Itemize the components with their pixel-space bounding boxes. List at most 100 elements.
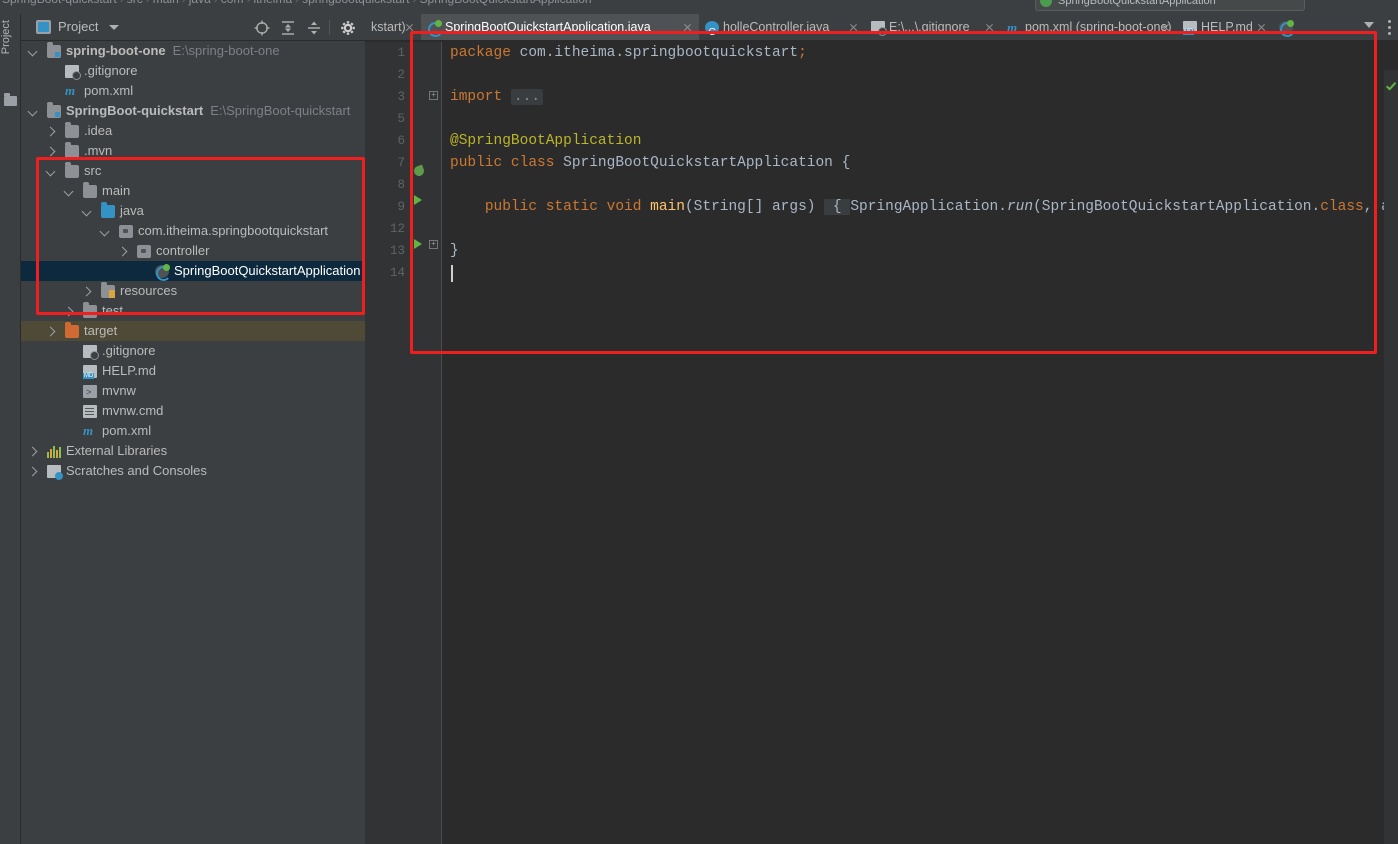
tree-row-springboot-quickstart[interactable]: SpringBoot-quickstart E:\SpringBoot-quick…: [21, 101, 365, 121]
folder-icon: [65, 122, 79, 138]
breadcrumb-item[interactable]: itheima: [253, 0, 292, 6]
breadcrumb-item[interactable]: java: [189, 0, 211, 6]
close-icon[interactable]: [849, 23, 858, 32]
chevron-down-icon[interactable]: [27, 46, 38, 57]
chevron-right-icon[interactable]: [45, 326, 56, 337]
line-number: 9: [397, 200, 405, 214]
kebab-menu-icon[interactable]: [1388, 20, 1392, 36]
editor-tab-hollecontroller-java[interactable]: holleController.java: [699, 14, 865, 40]
breadcrumb-item[interactable]: SpringBoot-quickstart: [2, 0, 117, 6]
breadcrumb[interactable]: SpringBoot-quickstart›src›main›java›com›…: [2, 0, 592, 6]
chevron-down-icon[interactable]: [109, 25, 119, 30]
breadcrumb-item[interactable]: com: [221, 0, 244, 6]
close-icon[interactable]: [1257, 23, 1266, 32]
editor-gutter[interactable]: 1 2 3 5 6 7 8 9 12 13 14: [365, 42, 413, 844]
tree-row-resources[interactable]: resources: [21, 281, 365, 301]
close-icon[interactable]: [683, 23, 692, 32]
project-tree[interactable]: spring-boot-one E:\spring-boot-one .gitign…: [21, 41, 365, 844]
close-icon[interactable]: [985, 23, 994, 32]
editor-tab-springbootquickstartapplication-java[interactable]: SpringBootQuickstartApplication.java: [421, 14, 699, 40]
module-icon: [47, 42, 61, 58]
tree-row--gitignore[interactable]: .gitignore: [21, 61, 365, 81]
expand-all-icon: [282, 21, 294, 35]
chevron-right-icon[interactable]: [45, 146, 56, 157]
tree-row-springbootquickstartapplication[interactable]: SpringBootQuickstartApplication: [21, 261, 365, 281]
tree-row-external-libraries[interactable]: External Libraries: [21, 441, 365, 461]
tree-row-target[interactable]: target: [21, 321, 365, 341]
tree-row-pom-xml[interactable]: m pom.xml: [21, 421, 365, 441]
fold-expand-method-icon[interactable]: +: [429, 240, 438, 249]
breadcrumb-item[interactable]: springbootquickstart: [302, 0, 409, 6]
editor-fold-column[interactable]: + +: [427, 42, 441, 844]
target-icon: [254, 20, 270, 36]
editor-tab-bar[interactable]: kstart) SpringBootQuickstartApplication.j…: [365, 14, 1398, 41]
chevron-down-icon[interactable]: [1364, 22, 1374, 28]
java-class-icon: [705, 19, 719, 40]
ok-check-icon[interactable]: [1385, 82, 1397, 94]
expand-all-button[interactable]: [279, 19, 297, 37]
spring-bean-icon[interactable]: [412, 164, 426, 178]
run-class-icon[interactable]: [414, 195, 422, 205]
folder-icon[interactable]: [4, 93, 17, 106]
editor-tab-label: E:\...\.gitignore: [889, 20, 970, 34]
tree-row-mvnw[interactable]: mvnw: [21, 381, 365, 403]
code-line-9: public static void main(String[] args) {…: [484, 199, 1398, 215]
executable-icon: [83, 383, 97, 403]
editor-tab-ap[interactable]: ap: [1273, 14, 1319, 40]
tree-row-src[interactable]: src: [21, 161, 365, 181]
chevron-down-icon[interactable]: [27, 106, 38, 117]
fold-placeholder[interactable]: ...: [510, 89, 544, 105]
tree-row--mvn[interactable]: .mvn: [21, 141, 365, 161]
gear-icon: [341, 21, 355, 35]
chevron-down-icon[interactable]: [81, 206, 92, 217]
editor-tab-e-gitignore[interactable]: E:\...\.gitignore: [865, 14, 1001, 40]
tree-row-label: pom.xml: [102, 423, 152, 438]
breadcrumb-item[interactable]: main: [153, 0, 179, 6]
chevron-right-icon[interactable]: [117, 246, 128, 257]
tree-row-label: HELP.md: [102, 363, 156, 378]
fold-expand-import-icon[interactable]: +: [429, 91, 438, 100]
tree-row-main[interactable]: main: [21, 181, 365, 201]
close-icon[interactable]: [405, 23, 414, 32]
code-text[interactable]: package com.itheima.springbootquickstart…: [442, 42, 1398, 844]
tree-row--idea[interactable]: .idea: [21, 121, 365, 141]
chevron-right-icon[interactable]: [27, 466, 38, 477]
editor-tab-kstart-[interactable]: kstart): [365, 14, 421, 40]
chevron-right-icon[interactable]: [27, 446, 38, 457]
tree-row-controller[interactable]: controller: [21, 241, 365, 261]
inspection-status-strip[interactable]: [1384, 70, 1398, 844]
chevron-down-icon[interactable]: [45, 166, 56, 177]
editor-tab-pom-xml-spring-boot-one-[interactable]: m pom.xml (spring-boot-one): [1001, 14, 1177, 40]
chevron-right-icon[interactable]: [45, 126, 56, 137]
tree-row-spring-boot-one[interactable]: spring-boot-one E:\spring-boot-one: [21, 41, 365, 61]
tree-row-pom-xml[interactable]: m pom.xml: [21, 81, 365, 101]
tree-row-scratches-and-consoles[interactable]: Scratches and Consoles: [21, 461, 365, 481]
tree-row--gitignore[interactable]: .gitignore: [21, 341, 365, 361]
chevron-right-icon[interactable]: [81, 286, 92, 297]
gutter-run-marks[interactable]: [412, 42, 427, 844]
chevron-right-icon[interactable]: [63, 306, 74, 317]
tree-row-label: SpringBootQuickstartApplication: [174, 263, 361, 278]
editor-area: kstart) SpringBootQuickstartApplication.j…: [365, 14, 1398, 844]
tree-row-mvnw-cmd[interactable]: mvnw.cmd: [21, 401, 365, 421]
code-editor[interactable]: 1 2 3 5 6 7 8 9 12 13 14 + + package com.itheima.s…: [365, 42, 1398, 844]
breadcrumb-item[interactable]: SpringBootQuickstartApplication: [420, 0, 592, 6]
chevron-down-icon[interactable]: [99, 226, 110, 237]
chevron-down-icon[interactable]: [63, 186, 74, 197]
tree-row-com-itheima-springbootquickstart[interactable]: com.itheima.springbootquickstart: [21, 221, 365, 241]
collapse-all-button[interactable]: [305, 19, 323, 37]
tree-row-java[interactable]: java: [21, 201, 365, 221]
editor-tab-help-md[interactable]: HELP.md: [1177, 14, 1273, 40]
tree-row-label: External Libraries: [66, 443, 168, 458]
project-panel-header: Project: [21, 14, 380, 41]
tool-window-tab-project[interactable]: Project: [0, 20, 21, 90]
spring-class-icon: [1279, 20, 1295, 37]
locate-in-tree-button[interactable]: [253, 19, 271, 37]
run-configuration-selector[interactable]: SpringBootQuickstartApplication: [1035, 0, 1305, 11]
tree-row-test[interactable]: test: [21, 301, 365, 321]
settings-button[interactable]: [339, 19, 357, 37]
breadcrumb-item[interactable]: src: [127, 0, 143, 6]
run-method-icon[interactable]: [414, 239, 422, 249]
close-icon[interactable]: [1161, 23, 1170, 32]
tree-row-help-md[interactable]: HELP.md: [21, 361, 365, 381]
